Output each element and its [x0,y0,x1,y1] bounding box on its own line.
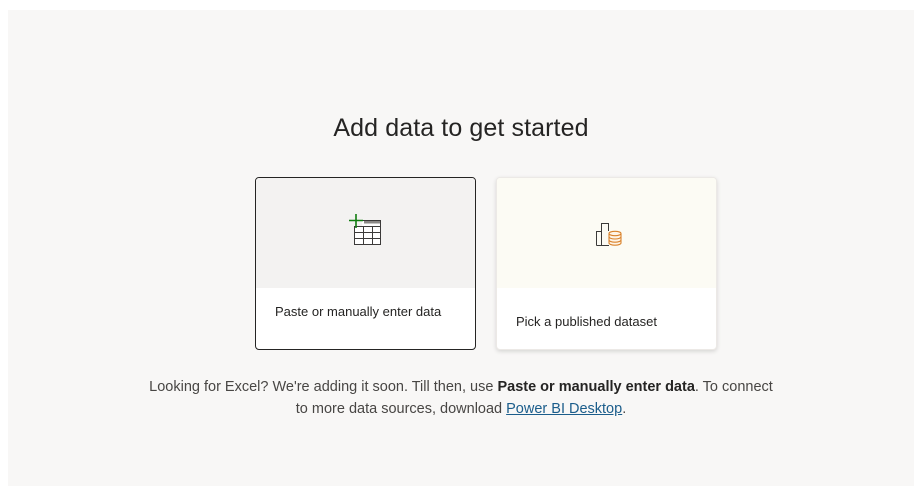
published-dataset-card[interactable]: Pick a published dataset [496,177,717,350]
footer-text-line2: to more data sources, download [295,401,507,417]
paste-data-card-label: Paste or manually enter data [275,304,442,319]
paste-data-card[interactable]: Paste or manually enter data [255,177,476,350]
footer-bold-option: Paste or manually enter data [497,379,695,395]
dataset-icon [587,211,627,256]
published-dataset-card-label: Pick a published dataset [516,314,657,329]
page-title: Add data to get started [333,114,589,142]
footer-text-before: Looking for Excel? We're adding it soon.… [149,379,498,395]
power-bi-desktop-link[interactable]: Power BI Desktop [506,401,622,417]
footer-text-middle: . To connect [694,379,773,395]
footer-text-after: . [622,401,627,417]
add-data-panel: Add data to get started Paste or manuall… [8,10,914,486]
footer-message: Looking for Excel? We're adding it soon.… [8,376,914,420]
paste-data-card-illustration [256,178,475,288]
table-add-icon [346,211,386,256]
published-dataset-card-illustration [497,178,716,288]
